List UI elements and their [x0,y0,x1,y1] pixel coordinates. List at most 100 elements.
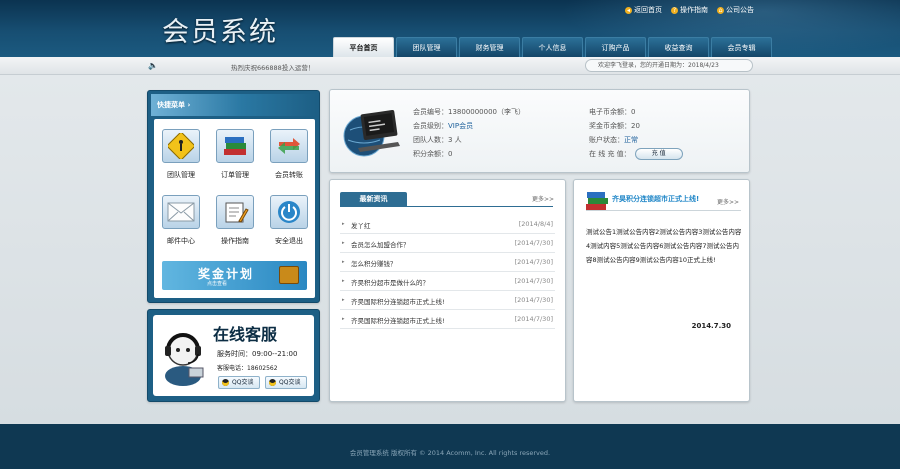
team-count-label: 团队人数： [413,136,448,144]
quick-item-team-label: 团队管理 [167,171,195,179]
member-level-label: 会员级别： [413,122,448,130]
tab-team[interactable]: 团队管理 [396,37,457,57]
quick-item-transfer-label: 会员转账 [275,171,303,179]
bonus-balance-value: 20 [631,122,640,130]
news-item-date: [2014/7/30] [514,239,553,247]
points-balance-label: 积分余额： [413,150,448,158]
account-status-value: 正常 [624,136,638,144]
ticker-news: 热烈庆祝666888投入运营！ [231,64,315,72]
support-agent-icon [161,328,205,386]
speaker-icon: ◂ [625,6,632,14]
top-link-guide[interactable]: ? 操作指南 [671,5,708,15]
top-link-notice[interactable]: ⌂ 公司公告 [717,5,754,15]
news-item[interactable]: ▸ 怎么积分赚钱？ [2014/7/30] [340,253,555,272]
welcome-message: 欢迎李飞登录，您的开通日期为：2018/4/23 [585,59,753,72]
member-info-panel: 会员编号：13800000000（李飞） 会员级别：VIP会员 团队人数：3 人… [329,89,750,173]
notice-divider [586,210,741,211]
site-logo-title: 会员系统 [162,17,278,48]
help-icon: ? [671,6,678,14]
news-item[interactable]: ▸ 发丫红 [2014/8/4] [340,215,555,234]
tab-order[interactable]: 订购产品 [585,37,646,57]
quick-item-orders-label: 订单管理 [221,171,249,179]
ecoin-balance-value: 0 [631,108,636,116]
member-info-right: 电子币余额：0 奖金币余额：20 账户状态：正常 在 线 充 值：充 值 [589,105,683,161]
quick-menu-title-text: 快捷菜单 [157,101,185,109]
ecoin-balance-label: 电子币余额： [589,108,631,116]
treasure-chest-icon [279,266,299,284]
quick-item-guide[interactable]: 操作指南 [214,195,256,246]
quick-item-logout[interactable]: 安全退出 [268,195,310,246]
chevron-right-icon: › [187,101,191,109]
power-icon [270,195,308,229]
speaker-icon: 🔈 [148,61,158,70]
quick-menu-grid: 团队管理 订单管理 会员转账 邮件中心 操作指南 安全退出 奖金计划 点击查看 [154,119,315,298]
service-hours-value: 09:00--21:00 [252,350,298,358]
recharge-button[interactable]: 充 值 [634,148,683,160]
news-item[interactable]: ▸ 齐昊国际积分连锁超市正式上线! [2014/7/30] [340,310,555,329]
ecoin-balance-row: 电子币余额：0 [589,105,683,119]
news-item-title: 齐昊积分超市是做什么的？ [351,279,429,287]
quick-menu-title: 快捷菜单 › [151,94,316,116]
member-id-value: 13800000000（李飞） [448,108,525,116]
tab-album[interactable]: 会员专辑 [711,37,772,57]
tab-earnings[interactable]: 收益查询 [648,37,709,57]
member-level-row: 会员级别：VIP会员 [413,119,525,133]
news-item[interactable]: ▸ 齐昊国际积分连锁超市正式上线! [2014/7/30] [340,291,555,310]
service-hours: 服务时间：09:00--21:00 [217,349,297,359]
arrow-right-icon: ▸ [342,278,345,284]
service-phone: 客服电话：18602562 [217,363,278,372]
member-id-label: 会员编号： [413,108,448,116]
arrow-right-icon: ▸ [342,240,345,246]
news-item-date: [2014/7/30] [514,315,553,323]
bonus-plan-banner[interactable]: 奖金计划 点击查看 [162,261,307,290]
service-phone-label: 客服电话： [217,365,248,372]
ticker-bar: 🔈 热烈庆祝666888投入运营！ 欢迎李飞登录，您的开通日期为：2018/4/… [0,57,900,75]
top-link-guide-label: 操作指南 [680,6,708,14]
top-link-home[interactable]: ◂ 返回首页 [625,5,662,15]
notice-body: 测试公告1测试公告内容2测试公告内容3测试公告内容4测试内容5测试公告内容6测试… [586,228,742,264]
quick-item-transfer[interactable]: 会员转账 [268,129,310,180]
tab-finance[interactable]: 财务管理 [459,37,520,57]
latest-news-more-link[interactable]: 更多>> [532,194,554,203]
member-info-left: 会员编号：13800000000（李飞） 会员级别：VIP会员 团队人数：3 人… [413,105,525,161]
recharge-label: 在 线 充 值： [589,150,631,158]
header: 会员系统 ◂ 返回首页 ? 操作指南 ⌂ 公司公告 平台首页 团队管理 财务管理 个人… [0,0,900,57]
team-count-row: 团队人数：3 人 [413,133,525,147]
qq-chat-button-1[interactable]: QQ交谈 [218,376,260,389]
bonus-balance-row: 奖金币余额：20 [589,119,683,133]
notice-title[interactable]: 齐昊积分连锁超市正式上线! [612,194,699,204]
latest-news-divider [340,206,553,207]
laptop-globe-icon [340,102,402,164]
quick-item-team[interactable]: 团队管理 [160,129,202,180]
news-item-title: 齐昊国际积分连锁超市正式上线! [351,298,445,306]
points-balance-value: 0 [448,150,453,158]
arrow-right-icon: ▸ [342,297,345,303]
tab-home[interactable]: 平台首页 [333,37,394,57]
notice-panel: 齐昊积分连锁超市正式上线! 更多>> 测试公告1测试公告内容2测试公告内容3测试… [573,179,750,402]
qq-chat-button-2[interactable]: QQ交谈 [265,376,307,389]
team-icon [162,129,200,163]
news-item[interactable]: ▸ 齐昊积分超市是做什么的？ [2014/7/30] [340,272,555,291]
recharge-row: 在 线 充 值：充 值 [589,147,683,161]
team-count-value: 3 人 [448,136,462,144]
account-status-row: 账户状态：正常 [589,133,683,147]
mail-icon [162,195,200,229]
quick-item-orders[interactable]: 订单管理 [214,129,256,180]
top-link-home-label: 返回首页 [634,6,662,14]
bonus-balance-label: 奖金币余额： [589,122,631,130]
tab-profile[interactable]: 个人信息 [522,37,583,57]
news-item-date: [2014/8/4] [518,220,553,228]
news-item-title: 会员怎么加盟合作？ [351,241,410,249]
news-item[interactable]: ▸ 会员怎么加盟合作？ [2014/7/30] [340,234,555,253]
transfer-icon [270,129,308,163]
account-status-label: 账户状态： [589,136,624,144]
latest-news-title: 最新资讯 [340,192,407,206]
latest-news-panel: 最新资讯 更多>> ▸ 发丫红 [2014/8/4] ▸ 会员怎么加盟合作？ [2014… [329,179,566,402]
news-item-title: 齐昊国际积分连锁超市正式上线! [351,317,445,325]
quick-item-mail[interactable]: 邮件中心 [160,195,202,246]
service-hours-label: 服务时间： [217,350,252,358]
notice-date: 2014.7.30 [691,322,731,330]
notice-more-link[interactable]: 更多>> [717,197,739,206]
news-item-title: 发丫红 [351,222,371,230]
member-level-value: VIP会员 [448,122,474,130]
